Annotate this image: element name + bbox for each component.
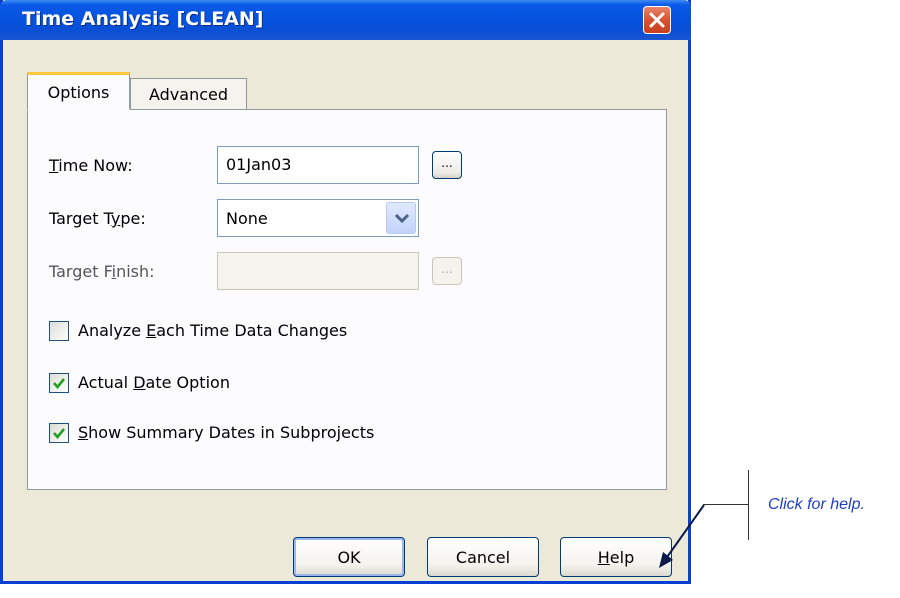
target-type-select[interactable]: None xyxy=(217,199,419,237)
annotation-arrow-icon xyxy=(659,504,705,568)
annotation-bracket-line xyxy=(748,470,749,540)
checkmark-icon xyxy=(53,428,66,440)
tab-options[interactable]: Options xyxy=(27,72,130,110)
analyze-each-time-label[interactable]: Analyze Each Time Data Changes xyxy=(78,321,347,340)
show-summary-dates-checkbox[interactable] xyxy=(49,423,69,443)
analyze-each-time-checkbox[interactable] xyxy=(49,321,69,341)
cancel-button[interactable]: Cancel xyxy=(427,537,539,577)
annotation-text: Click for help. xyxy=(768,496,865,513)
tab-advanced[interactable]: Advanced xyxy=(130,78,247,110)
actual-date-option-label[interactable]: Actual Date Option xyxy=(78,373,230,392)
time-now-label: Time Now: xyxy=(49,156,133,175)
show-summary-dates-label[interactable]: Show Summary Dates in Subprojects xyxy=(78,423,374,442)
target-finish-browse-button[interactable]: ... xyxy=(432,257,462,285)
target-finish-input[interactable] xyxy=(217,252,419,290)
time-now-browse-button[interactable]: ... xyxy=(432,151,462,179)
time-now-input[interactable]: 01Jan03 xyxy=(217,146,419,184)
actual-date-option-checkbox[interactable] xyxy=(49,373,69,393)
dropdown-arrow[interactable] xyxy=(386,202,416,234)
close-icon xyxy=(649,12,665,28)
title-bar[interactable]: Time Analysis [CLEAN] xyxy=(0,0,691,40)
ok-button[interactable]: OK xyxy=(293,537,405,577)
close-button[interactable] xyxy=(643,6,671,34)
checkmark-icon xyxy=(53,378,66,390)
options-panel: Time Now: 01Jan03 ... Target Type: None … xyxy=(27,109,667,490)
annotation-connector-line xyxy=(703,504,749,505)
window-title: Time Analysis [CLEAN] xyxy=(22,8,264,30)
target-finish-label: Target Finish: xyxy=(49,262,155,281)
target-type-value: None xyxy=(226,209,268,228)
target-type-label: Target Type: xyxy=(49,209,146,228)
chevron-down-icon xyxy=(394,213,410,224)
